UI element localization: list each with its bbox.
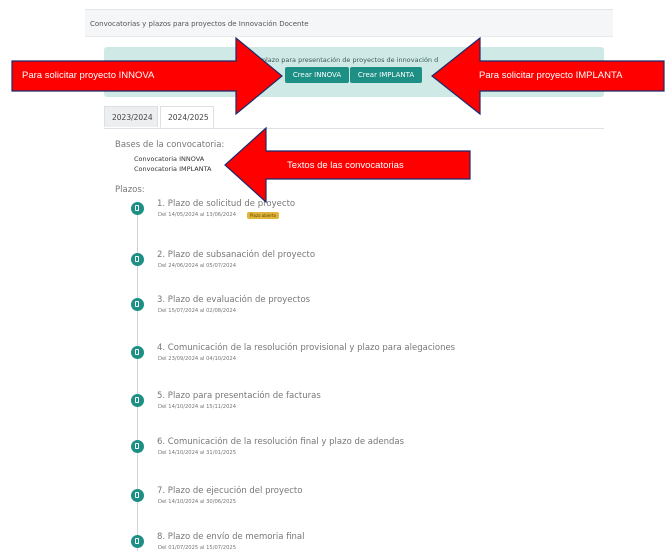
annotation-convocatorias: Textos de las convocatorias	[287, 160, 404, 171]
annotation-innova: Para solicitar proyecto INNOVA	[22, 70, 155, 81]
annotation-implanta: Para solicitar proyecto IMPLANTA	[479, 70, 623, 81]
annotation-arrows	[11, 36, 665, 204]
